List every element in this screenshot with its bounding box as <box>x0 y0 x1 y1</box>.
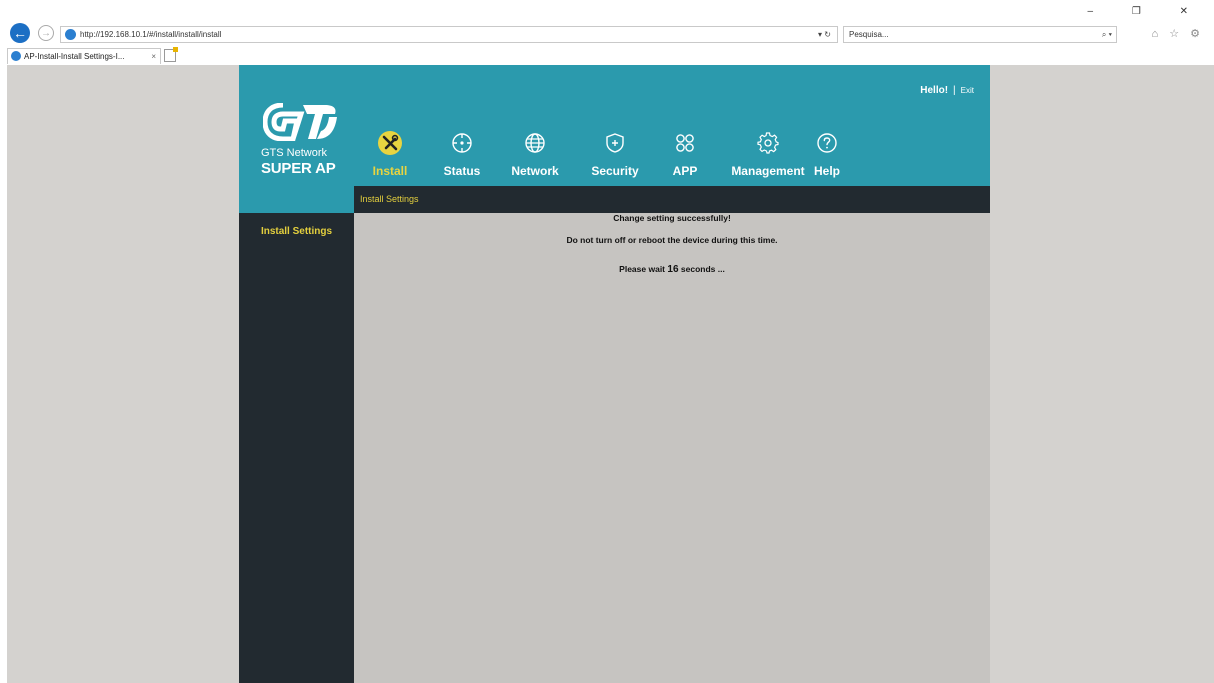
home-favorites-settings-icons[interactable]: ⌂ ☆ ⚙ <box>1152 27 1204 40</box>
gear-icon <box>757 132 779 154</box>
success-message: Change setting successfully! <box>613 213 731 223</box>
tools-icon <box>378 131 402 155</box>
sub-navigation: Install Settings <box>354 186 990 213</box>
hello-text: Hello! <box>920 85 949 96</box>
nav-app[interactable]: APP <box>667 131 703 178</box>
apps-icon <box>676 134 694 152</box>
browser-toolbar: ← → http://192.168.10.1/#/install/instal… <box>0 0 1214 46</box>
page-background: Hello! | Exit GTS Network SUPER AP Insta… <box>7 65 1214 683</box>
ie-icon <box>65 29 76 40</box>
window-controls[interactable]: – ❐ ✕ <box>1088 6 1206 17</box>
nav-help[interactable]: Help <box>809 131 845 178</box>
nav-install-label: Install <box>372 164 408 178</box>
forward-button[interactable]: → <box>38 25 54 41</box>
nav-install[interactable]: Install <box>368 131 412 178</box>
nav-network-label: Network <box>511 164 559 178</box>
nav-management[interactable]: Management <box>727 131 809 178</box>
browser-tab[interactable]: AP-Install-Install Settings-I... × <box>7 48 161 64</box>
nav-security-label: Security <box>591 164 639 178</box>
nav-app-label: APP <box>672 164 698 178</box>
url-text: http://192.168.10.1/#/install/install/in… <box>80 30 222 39</box>
gts-logo-icon <box>263 103 337 141</box>
separator: | <box>953 85 956 96</box>
user-greeting: Hello! | Exit <box>920 85 974 96</box>
tab-bar: AP-Install-Install Settings-I... × <box>0 46 1214 65</box>
new-tab-button[interactable] <box>164 47 178 62</box>
help-icon <box>817 133 837 153</box>
warning-message: Do not turn off or reboot the device dur… <box>566 235 778 245</box>
app-header: Hello! | Exit GTS Network SUPER AP Insta… <box>239 65 990 186</box>
back-button[interactable]: ← <box>10 23 30 43</box>
tab-title: AP-Install-Install Settings-I... <box>24 52 125 61</box>
countdown-message: Please wait 16 seconds ... <box>354 264 990 275</box>
brand-line1: GTS Network <box>261 147 328 159</box>
router-app: Hello! | Exit GTS Network SUPER AP Insta… <box>239 65 990 683</box>
nav-management-label: Management <box>731 164 805 178</box>
wait-suffix: seconds ... <box>680 264 725 274</box>
sidebar-header <box>239 186 354 213</box>
main-content: Change setting successfully! Do not turn… <box>354 213 990 683</box>
crosshair-icon <box>452 133 472 153</box>
countdown-seconds: 16 <box>667 264 679 275</box>
subnav-install-settings[interactable]: Install Settings <box>360 194 419 204</box>
ie-icon <box>11 51 21 61</box>
nav-status[interactable]: Status <box>442 131 482 178</box>
brand-line2: SUPER AP <box>261 160 336 177</box>
shield-icon <box>606 133 624 153</box>
nav-security[interactable]: Security <box>587 131 643 178</box>
nav-status-label: Status <box>443 164 481 178</box>
globe-icon <box>525 133 545 153</box>
wait-prefix: Please wait <box>619 264 666 274</box>
exit-link[interactable]: Exit <box>961 86 974 95</box>
search-input[interactable]: Pesquisa... ⌕ ▾ <box>843 26 1117 43</box>
close-icon[interactable]: × <box>151 49 156 64</box>
sidebar: Install Settings <box>239 213 354 683</box>
refresh-icon[interactable]: ▾ ↻ <box>818 27 831 42</box>
gts-logo: GTS Network SUPER AP <box>261 103 343 183</box>
search-placeholder: Pesquisa... <box>849 30 889 39</box>
nav-network[interactable]: Network <box>508 131 562 178</box>
sidebar-item-install-settings[interactable]: Install Settings <box>239 226 354 237</box>
nav-help-label: Help <box>813 164 840 178</box>
address-bar[interactable]: http://192.168.10.1/#/install/install/in… <box>60 26 838 43</box>
search-icon[interactable]: ⌕ ▾ <box>1102 27 1112 42</box>
